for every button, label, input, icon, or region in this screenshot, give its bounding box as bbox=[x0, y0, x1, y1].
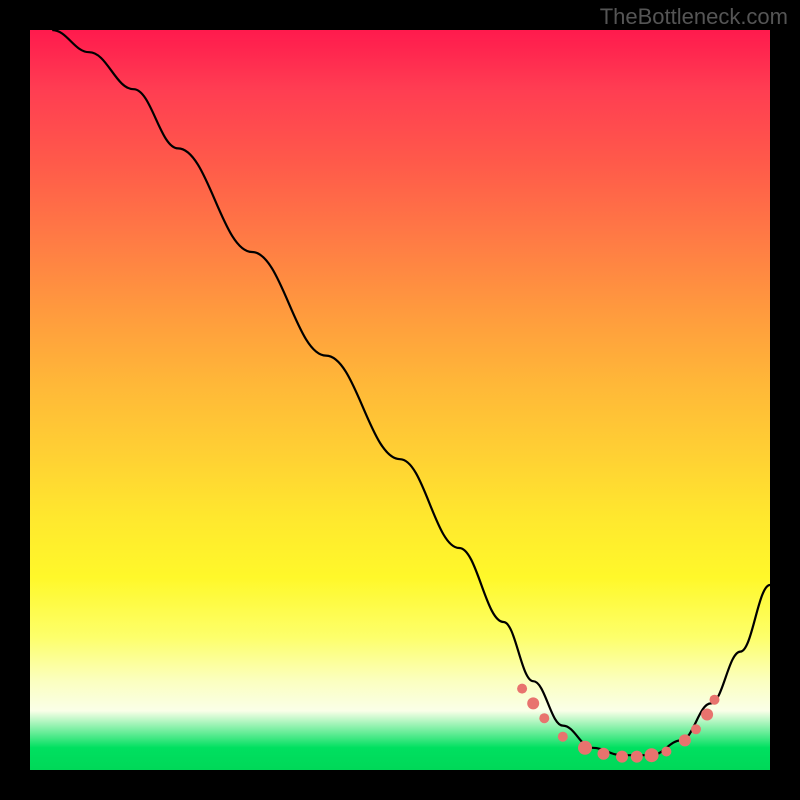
data-marker bbox=[661, 747, 671, 757]
data-marker bbox=[616, 751, 628, 763]
data-marker bbox=[598, 748, 610, 760]
data-marker bbox=[558, 732, 568, 742]
data-marker bbox=[631, 751, 643, 763]
data-marker bbox=[701, 709, 713, 721]
watermark-text: TheBottleneck.com bbox=[600, 4, 788, 30]
curve-line bbox=[52, 30, 770, 755]
data-marker bbox=[710, 695, 720, 705]
data-marker bbox=[691, 724, 701, 734]
data-marker bbox=[578, 741, 592, 755]
data-marker bbox=[517, 684, 527, 694]
data-marker bbox=[679, 734, 691, 746]
chart-svg bbox=[30, 30, 770, 770]
data-marker bbox=[527, 697, 539, 709]
data-marker bbox=[539, 713, 549, 723]
data-markers bbox=[517, 684, 719, 763]
chart-plot-area bbox=[30, 30, 770, 770]
data-marker bbox=[645, 748, 659, 762]
